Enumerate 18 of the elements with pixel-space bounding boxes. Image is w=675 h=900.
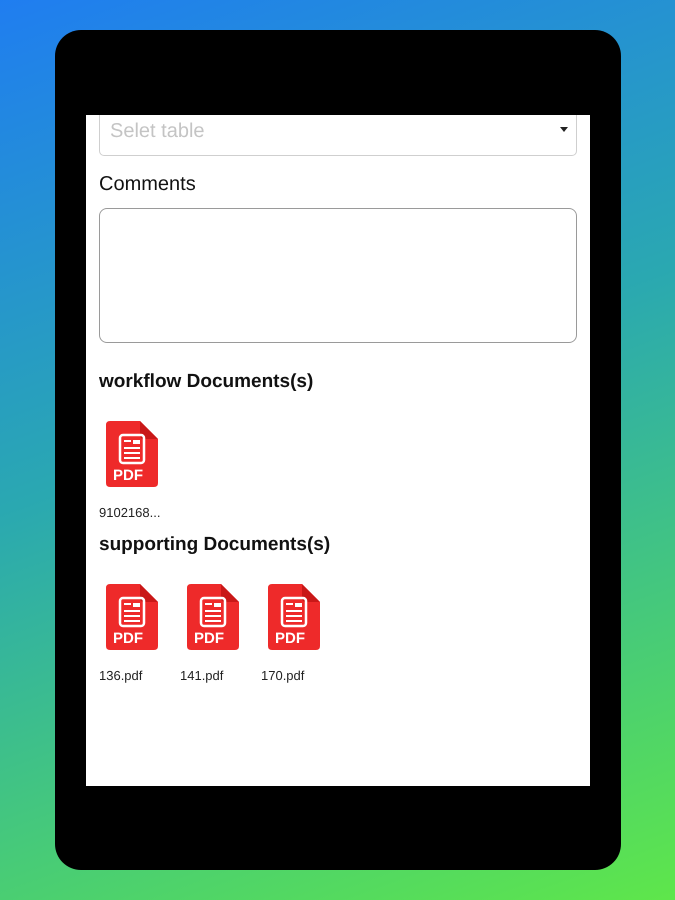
file-name: 141.pdf bbox=[180, 668, 224, 683]
section-heading: workflow Documents(s) bbox=[99, 371, 314, 393]
table-select[interactable]: Selet table bbox=[99, 115, 577, 156]
file-type-label: PDF bbox=[113, 468, 143, 483]
file-name: 136.pdf bbox=[99, 668, 144, 683]
pdf-file-icon[interactable] bbox=[187, 584, 239, 650]
section-heading: supporting Documents(s) bbox=[99, 534, 332, 556]
pdf-file-icon[interactable] bbox=[268, 584, 320, 650]
file-name: 170.pdf bbox=[261, 668, 306, 683]
file-type-label: PDF bbox=[275, 631, 305, 646]
file-name: 9102168... bbox=[99, 505, 158, 520]
caret-icon bbox=[560, 127, 568, 132]
comments-field[interactable] bbox=[99, 208, 577, 343]
pdf-file-icon[interactable] bbox=[106, 421, 158, 487]
comments-label: Comments bbox=[99, 173, 197, 196]
file-type-label: PDF bbox=[194, 631, 224, 646]
file-type-label: PDF bbox=[113, 631, 143, 646]
pdf-file-icon[interactable] bbox=[106, 584, 158, 650]
